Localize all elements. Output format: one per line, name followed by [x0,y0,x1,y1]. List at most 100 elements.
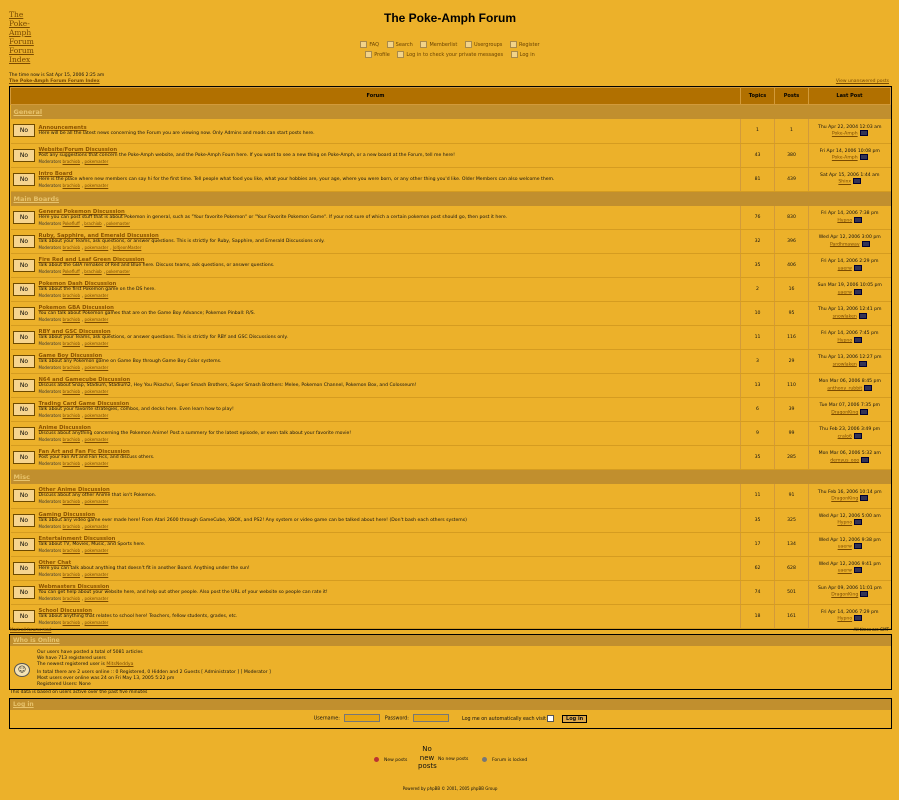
breadcrumb-forum-index[interactable]: The Poke-Amph Forum Forum Index [9,79,100,84]
moderator-link[interactable]: pokemaster [85,437,109,442]
moderator-link[interactable]: pokemaster [85,461,109,466]
moderator-link[interactable]: brachiob [63,245,80,250]
nav-private-messages[interactable]: Log in to check your private messages [397,51,503,58]
view-latest-post-icon[interactable] [864,384,873,391]
moderator-link[interactable]: brachiob [63,365,80,370]
moderator-link[interactable]: Pokefluff [63,221,80,226]
moderator-link[interactable]: brachiob [84,269,101,274]
last-post-user-link[interactable]: uaerw [838,569,852,574]
nav-usergroups[interactable]: Usergroups [464,41,502,48]
moderator-link[interactable]: brachiob [63,159,80,164]
moderator-link[interactable]: pokemaster [85,596,109,601]
moderator-link[interactable]: brachiob [63,183,80,188]
last-post-user-link[interactable]: Shinx [838,180,851,185]
last-post-user-link[interactable]: anthony_rubbit [827,386,862,391]
last-post-user-link[interactable]: Poke-Amph [832,156,858,161]
view-latest-post-icon[interactable] [853,178,862,185]
moderator-link[interactable]: pokemaster [85,524,109,529]
mark-all-read-link[interactable]: Mark all forums read [10,627,51,632]
last-post-user-link[interactable]: uaerw [838,266,852,271]
view-latest-post-icon[interactable] [853,288,862,295]
last-post-user-link[interactable]: snowlaken [833,362,857,367]
newest-user-link[interactable]: MitsNeddya [106,662,133,667]
view-latest-post-icon[interactable] [861,456,870,463]
moderator-link[interactable]: brachiob [63,437,80,442]
nav-faq[interactable]: FAQ [360,41,379,48]
view-latest-post-icon[interactable] [853,432,862,439]
moderator-link[interactable]: pokemaster [85,572,109,577]
autologin-checkbox[interactable] [547,714,555,722]
view-latest-post-icon[interactable] [858,360,867,367]
moderator-link[interactable]: pokemaster [85,365,109,370]
last-post-user-link[interactable]: Pardhmaway [830,242,860,247]
who-is-online-title[interactable]: Who is Online [10,635,891,646]
last-post-user-link[interactable]: Hypno [837,218,852,223]
view-latest-post-icon[interactable] [854,519,863,526]
view-latest-post-icon[interactable] [854,216,863,223]
view-latest-post-icon[interactable] [853,264,862,271]
last-post-user-link[interactable]: demyus_ooo [830,458,859,463]
category-name[interactable]: Main Boards [10,191,891,206]
view-latest-post-icon[interactable] [861,240,870,247]
moderator-link[interactable]: brachiob [63,317,80,322]
view-latest-post-icon[interactable] [853,543,862,550]
moderator-link[interactable]: pokemaster [106,221,130,226]
nav-memberlist[interactable]: Memberlist [420,41,457,48]
moderator-link[interactable]: brachiob [63,572,80,577]
view-latest-post-icon[interactable] [860,408,869,415]
view-latest-post-icon[interactable] [859,154,868,161]
view-latest-post-icon[interactable] [854,615,863,622]
view-unanswered-link[interactable]: View unanswered posts [836,79,889,84]
view-latest-post-icon[interactable] [853,567,862,574]
moderator-link[interactable]: pokemaster [106,269,130,274]
nav-login[interactable]: Log in [510,51,535,58]
moderator-link[interactable]: brachiob [63,293,80,298]
login-title[interactable]: Log in [10,699,891,710]
moderator-link[interactable]: brachiob [84,221,101,226]
moderator-link[interactable]: pokemaster [85,548,109,553]
moderator-link[interactable]: pokemaster [85,183,109,188]
moderator-link[interactable]: brachiob [63,596,80,601]
view-latest-post-icon[interactable] [860,591,869,598]
moderator-link[interactable]: pokemaster [85,317,109,322]
view-latest-post-icon[interactable] [854,336,863,343]
nav-profile[interactable]: Profile [365,51,390,58]
view-latest-post-icon[interactable] [859,130,868,136]
moderator-link[interactable]: pokemaster [85,341,109,346]
moderator-link[interactable]: pokemaster [85,245,109,250]
last-post-user-link[interactable]: Poke-Amph [832,132,858,137]
moderator-link[interactable]: JoltjeonMaster [113,245,142,250]
moderator-link[interactable]: Pokefluff [63,269,80,274]
password-input[interactable] [413,714,450,722]
last-post-user-link[interactable]: cralo6 [838,434,852,439]
moderator-link[interactable]: brachiob [63,413,80,418]
login-button[interactable]: Log in [562,714,588,723]
moderator-link[interactable]: brachiob [63,461,80,466]
view-latest-post-icon[interactable] [860,495,869,501]
view-latest-post-icon[interactable] [858,312,867,319]
nav-register[interactable]: Register [510,41,540,48]
moderator-link[interactable]: brachiob [63,499,80,504]
last-post-user-link[interactable]: DragonKing [831,497,858,502]
moderator-link[interactable]: brachiob [63,341,80,346]
category-name[interactable]: General [10,104,891,119]
last-post-user-link[interactable]: DragonKing [831,410,858,415]
username-input[interactable] [344,714,381,722]
last-post-user-link[interactable]: uaerw [838,545,852,550]
moderator-link[interactable]: pokemaster [85,499,109,504]
last-post-user-link[interactable]: uaerw [838,290,852,295]
moderator-link[interactable]: pokemaster [85,620,109,625]
moderator-link[interactable]: pokemaster [85,413,109,418]
last-post-user-link[interactable]: Hypno [837,521,852,526]
nav-search[interactable]: Search [386,41,413,48]
last-post-user-link[interactable]: DragonKing [831,593,858,598]
moderator-link[interactable]: brachiob [63,548,80,553]
moderator-link[interactable]: pokemaster [85,293,109,298]
moderator-link[interactable]: pokemaster [85,389,109,394]
forum-index-logo-link[interactable]: The Poke-Amph Forum Forum Index [9,10,39,64]
last-post-user-link[interactable]: Hypno [837,338,852,343]
last-post-user-link[interactable]: Hypno [837,617,852,622]
moderator-link[interactable]: brachiob [63,524,80,529]
moderator-link[interactable]: brachiob [63,620,80,625]
moderator-link[interactable]: pokemaster [85,159,109,164]
